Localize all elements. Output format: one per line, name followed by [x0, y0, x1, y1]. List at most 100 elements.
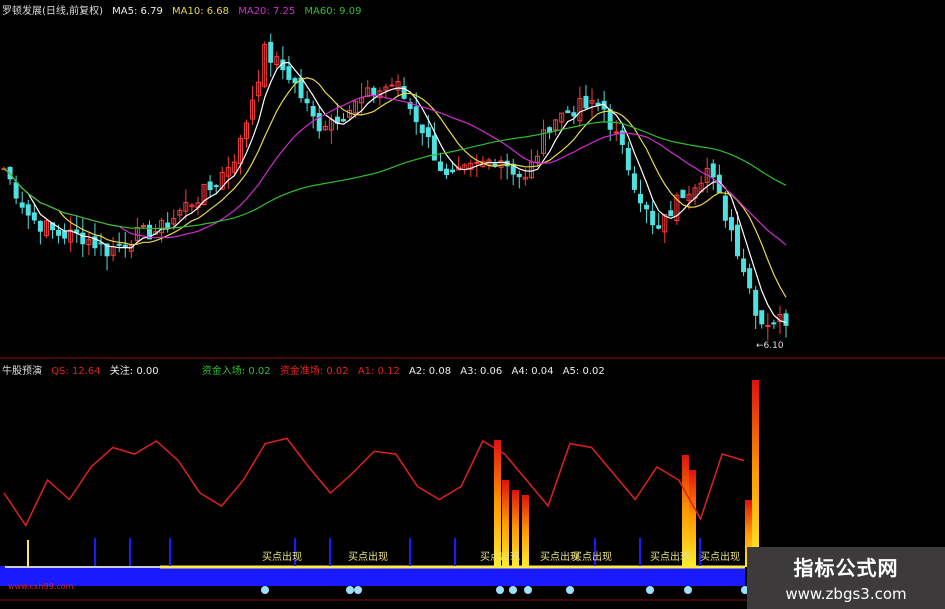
candle — [565, 106, 571, 114]
candle — [486, 157, 492, 170]
candle — [692, 183, 698, 206]
signal-dot — [261, 586, 269, 594]
candle — [747, 263, 753, 294]
buy-signal-label: 买点出现 — [572, 550, 612, 563]
candle — [728, 208, 734, 242]
signal-dot — [566, 586, 574, 594]
candle — [128, 240, 134, 259]
candle — [753, 285, 759, 330]
candle — [783, 309, 789, 338]
candle — [165, 211, 171, 233]
signal-dot — [354, 586, 362, 594]
site-text: www.cxh99.com — [8, 582, 74, 591]
fire-bar — [494, 440, 501, 567]
candle — [256, 70, 262, 102]
buy-signal-label: 买点出现 — [480, 550, 520, 563]
candle — [516, 170, 522, 189]
candle — [37, 220, 43, 245]
candle — [722, 191, 728, 228]
candle — [43, 219, 49, 239]
buy-signal-label: 买点出现 — [262, 550, 302, 563]
watermark: 指标公式网 www.zbgs3.com — [747, 547, 945, 609]
candle — [583, 84, 589, 110]
candle — [437, 152, 443, 172]
candle — [662, 214, 668, 244]
signal-dot — [346, 586, 354, 594]
candle — [444, 163, 450, 180]
candle — [644, 201, 650, 224]
candle — [553, 118, 559, 136]
buy-signal-label: 买点出现 — [700, 550, 740, 563]
fire-bar — [689, 470, 696, 567]
candle — [559, 112, 565, 129]
candle — [765, 313, 771, 341]
candle — [225, 156, 231, 189]
signal-dot — [496, 586, 504, 594]
candle — [656, 213, 662, 230]
buy-signal-label: 买点出现 — [650, 550, 690, 563]
candle — [86, 232, 92, 256]
fire-bar — [522, 495, 529, 567]
candle — [250, 85, 256, 125]
candle — [741, 248, 747, 277]
candle — [498, 156, 504, 180]
candle — [625, 141, 631, 176]
candle — [25, 199, 31, 230]
signal-dot — [646, 586, 654, 594]
candle — [389, 77, 395, 87]
candle — [716, 164, 722, 193]
candle — [310, 100, 316, 129]
signal-dot — [509, 586, 517, 594]
candle — [407, 97, 413, 116]
candle — [322, 120, 328, 131]
candle — [577, 86, 583, 128]
candle — [104, 242, 110, 271]
candle — [710, 159, 716, 191]
candle — [74, 216, 80, 243]
candle — [262, 41, 268, 89]
fire-bar — [752, 380, 759, 567]
candle — [680, 189, 686, 199]
oscillator-line — [3, 437, 745, 528]
watermark-name: 指标公式网 — [793, 556, 899, 580]
ma20-line — [3, 94, 787, 246]
candle — [62, 223, 68, 245]
signal-dot — [524, 586, 532, 594]
candle — [638, 179, 644, 213]
candle — [122, 231, 128, 258]
fire-bar — [682, 455, 689, 567]
candle — [395, 74, 401, 97]
low-price-marker: ←6.10 — [756, 341, 784, 351]
candle — [419, 124, 425, 146]
buy-signal-label: 买点出现 — [348, 550, 388, 563]
chart-canvas[interactable]: 买点出现 买点出现 买点出现 买点出现买点出现 买点出现 买点出现 ←6.10 — [0, 0, 945, 609]
candle — [510, 158, 516, 186]
candle — [504, 153, 510, 180]
candle — [286, 56, 292, 84]
candle — [80, 218, 86, 258]
candle — [207, 175, 213, 198]
candle — [541, 119, 547, 157]
candle — [274, 51, 280, 70]
candle — [619, 125, 625, 154]
candle — [298, 68, 304, 103]
candle — [650, 200, 656, 235]
candle — [365, 79, 371, 98]
candle — [268, 33, 274, 77]
watermark-url: www.zbgs3.com — [785, 585, 907, 603]
ma10-line — [3, 77, 787, 298]
candle — [528, 149, 534, 180]
candle — [304, 90, 310, 112]
candle — [177, 207, 183, 221]
candle — [668, 201, 674, 217]
blue-band — [0, 566, 745, 586]
candle — [771, 319, 777, 329]
candle — [316, 105, 322, 139]
candle — [340, 112, 346, 123]
candle — [571, 106, 577, 125]
candle — [19, 191, 25, 214]
candle — [243, 119, 249, 148]
ma5-line — [3, 61, 787, 324]
candle — [631, 166, 637, 193]
candle — [759, 310, 765, 329]
